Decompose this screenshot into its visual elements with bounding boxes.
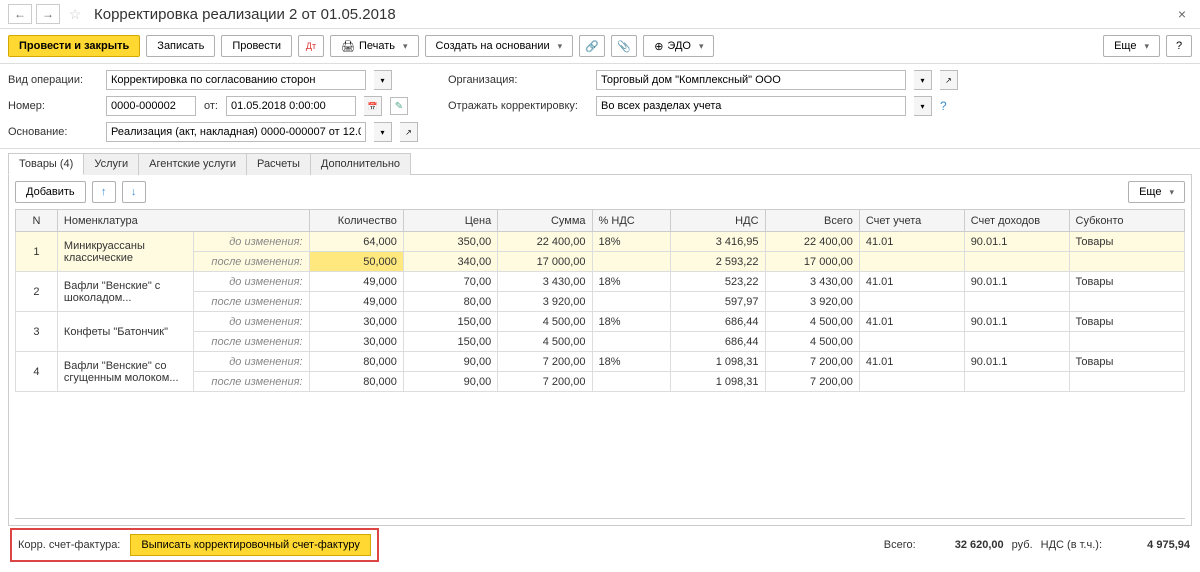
- from-label: от:: [204, 100, 218, 112]
- col-acct[interactable]: Счет учета: [859, 210, 964, 232]
- org-dropdown[interactable]: ▾: [914, 70, 932, 90]
- attach-icon[interactable]: 📎: [611, 35, 637, 57]
- nav-back-button[interactable]: ←: [8, 4, 32, 24]
- write-button[interactable]: Записать: [146, 35, 215, 57]
- col-sum[interactable]: Сумма: [498, 210, 592, 232]
- favorite-star-icon[interactable]: ☆: [64, 4, 86, 24]
- product-name[interactable]: Конфеты "Батончик": [57, 312, 193, 352]
- tab-services[interactable]: Услуги: [83, 153, 139, 175]
- col-sub[interactable]: Субконто: [1069, 210, 1184, 232]
- table-row[interactable]: 4Вафли "Венские" со сгущенным молоком...…: [16, 352, 1185, 372]
- org-open-button[interactable]: ↗: [940, 70, 958, 90]
- help-button[interactable]: ?: [1166, 35, 1192, 57]
- post-and-close-button[interactable]: Провести и закрыть: [8, 35, 140, 57]
- print-button[interactable]: 🖨 Печать: [330, 35, 419, 57]
- more-button[interactable]: Еще: [1103, 35, 1160, 57]
- col-total[interactable]: Всего: [765, 210, 859, 232]
- dt-kt-icon[interactable]: Дт: [298, 35, 324, 57]
- number-label: Номер:: [8, 100, 98, 112]
- create-based-button[interactable]: Создать на основании: [425, 35, 574, 57]
- link-icon[interactable]: 🔗: [579, 35, 605, 57]
- tab-agent[interactable]: Агентские услуги: [138, 153, 247, 175]
- col-vat[interactable]: НДС: [671, 210, 765, 232]
- product-name[interactable]: Вафли "Венские" с шоколадом...: [57, 272, 193, 312]
- help-icon[interactable]: ?: [940, 99, 947, 113]
- basis-dropdown[interactable]: ▾: [374, 122, 392, 142]
- col-nom[interactable]: Номенклатура: [57, 210, 309, 232]
- op-type-dropdown[interactable]: ▾: [374, 70, 392, 90]
- goods-table: N Номенклатура Количество Цена Сумма % Н…: [15, 209, 1185, 392]
- table-row[interactable]: 2Вафли "Венские" с шоколадом...до измене…: [16, 272, 1185, 292]
- tab-goods[interactable]: Товары (4): [8, 153, 84, 175]
- vat-label: НДС (в т.ч.):: [1041, 539, 1102, 551]
- grid-more-button[interactable]: Еще: [1128, 181, 1185, 203]
- tab-calc[interactable]: Расчеты: [246, 153, 311, 175]
- kf-label: Корр. счет-фактура:: [18, 539, 120, 551]
- edo-button[interactable]: ⊕ ЭДО: [643, 35, 714, 57]
- post-button[interactable]: Провести: [221, 35, 292, 57]
- number-input[interactable]: [106, 96, 196, 116]
- total-value: 32 620,00: [924, 539, 1004, 551]
- table-row[interactable]: 1Миникруассаны классическиедо изменения:…: [16, 232, 1185, 252]
- product-name[interactable]: Миникруассаны классические: [57, 232, 193, 272]
- product-name[interactable]: Вафли "Венские" со сгущенным молоком...: [57, 352, 193, 392]
- page-title: Корректировка реализации 2 от 01.05.2018: [94, 6, 1168, 23]
- reflect-label: Отражать корректировку:: [448, 100, 588, 112]
- total-label: Всего:: [884, 539, 916, 551]
- add-row-button[interactable]: Добавить: [15, 181, 86, 203]
- move-down-button[interactable]: ↓: [122, 181, 146, 203]
- op-type-input[interactable]: [106, 70, 366, 90]
- issue-correcting-invoice-button[interactable]: Выписать корректировочный счет-фактуру: [130, 534, 371, 556]
- col-inc[interactable]: Счет доходов: [964, 210, 1069, 232]
- col-vatp[interactable]: % НДС: [592, 210, 671, 232]
- move-up-button[interactable]: ↑: [92, 181, 116, 203]
- table-row[interactable]: 3Конфеты "Батончик"до изменения:30,00015…: [16, 312, 1185, 332]
- close-button[interactable]: ×: [1172, 6, 1192, 22]
- date-input[interactable]: [226, 96, 356, 116]
- basis-open-button[interactable]: ↗: [400, 122, 418, 142]
- org-input[interactable]: [596, 70, 906, 90]
- org-label: Организация:: [448, 74, 588, 86]
- basis-label: Основание:: [8, 126, 98, 138]
- col-n[interactable]: N: [16, 210, 58, 232]
- col-price[interactable]: Цена: [403, 210, 497, 232]
- vat-value: 4 975,94: [1110, 539, 1190, 551]
- op-type-label: Вид операции:: [8, 74, 98, 86]
- basis-input[interactable]: [106, 122, 366, 142]
- tab-extra[interactable]: Дополнительно: [310, 153, 411, 175]
- rub-label: руб.: [1012, 539, 1033, 551]
- manual-edit-icon[interactable]: ✎: [390, 97, 408, 115]
- calendar-button[interactable]: 📅: [364, 96, 382, 116]
- reflect-dropdown[interactable]: ▾: [914, 96, 932, 116]
- reflect-input[interactable]: [596, 96, 906, 116]
- nav-forward-button[interactable]: →: [36, 4, 60, 24]
- invoice-highlight-box: Корр. счет-фактура: Выписать корректиров…: [10, 528, 379, 562]
- col-qty[interactable]: Количество: [309, 210, 403, 232]
